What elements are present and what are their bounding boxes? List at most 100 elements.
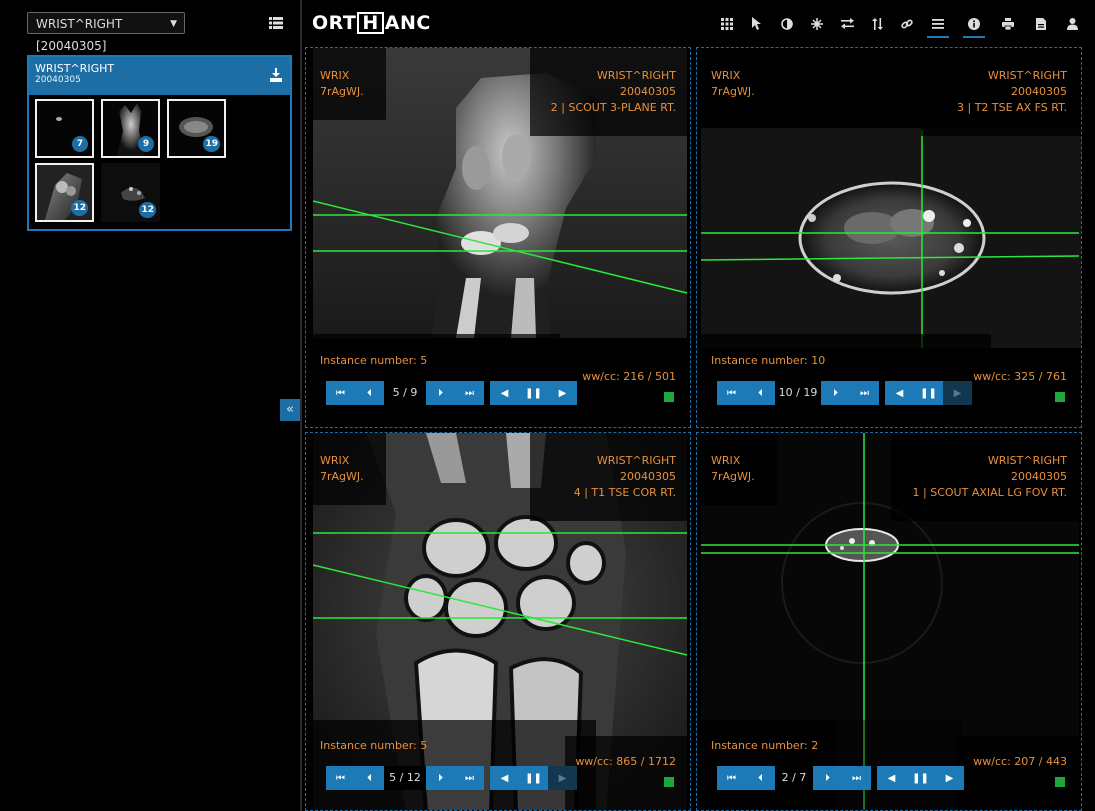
play-backward-button[interactable]: ◀ [885,381,914,405]
next-frame-button[interactable]: ⏵ [813,766,842,790]
status-indicator [664,392,674,402]
sidebar: WRIST^RIGHT [20040305] ▼ WRIST^RIGHT 200… [0,0,300,811]
frame-counter: 5 / 9 [384,381,426,405]
crosshair-icon[interactable] [806,10,828,36]
swap-icon[interactable] [836,10,858,36]
series-thumbnail[interactable]: 12 [35,163,94,222]
study-date: 20040305 [1011,470,1067,483]
print-icon[interactable] [997,10,1019,36]
study-info: WRIST^RIGHT 20040305 4 | T1 TSE COR RT. [574,453,676,501]
file-icon[interactable] [1030,10,1052,36]
play-forward-button[interactable]: ▶ [548,381,577,405]
play-backward-button[interactable]: ◀ [877,766,906,790]
study-date: 20040305 [620,85,676,98]
play-forward-button[interactable]: ▶ [548,766,577,790]
logo-right: ANC [384,12,431,34]
pause-button[interactable]: ❚❚ [519,381,548,405]
study-title: WRIST^RIGHT [987,454,1067,467]
study-select-value: WRIST^RIGHT [20040305] [36,17,123,53]
orthanc-logo: ORT H ANC [312,12,431,34]
layout-grid-icon[interactable] [716,10,738,36]
window-level: ww/cc: 325 / 761 [973,370,1067,383]
series-thumbnail[interactable]: 19 [167,99,226,158]
viewport-4[interactable]: WRIX 7rAgWJ. WRIST^RIGHT 20040305 1 | SC… [696,432,1082,811]
overlay-backdrop [565,350,690,426]
first-frame-button[interactable]: ⏮ [717,381,746,405]
series-thumbnail[interactable]: 7 [35,99,94,158]
previous-frame-button[interactable]: ⏴ [355,381,384,405]
series-count-badge: 9 [138,136,154,152]
patient-name: WRIX [711,69,741,82]
patient-info: WRIX 7rAgWJ. [711,453,755,485]
window-level: ww/cc: 207 / 443 [973,755,1067,768]
pause-button[interactable]: ❚❚ [906,766,935,790]
link-icon[interactable] [896,10,918,36]
series-thumbnail[interactable]: 9 [101,99,160,158]
study-title: WRIST^RIGHT [596,69,676,82]
study-select[interactable]: WRIST^RIGHT [20040305] ▼ [27,12,185,53]
logo-mid: H [357,12,384,34]
toolbar: ORT H ANC [303,0,1095,44]
series-description: 2 | SCOUT 3-PLANE RT. [550,101,676,114]
study-date: 20040305 [1011,85,1067,98]
last-frame-button[interactable]: ⏭ [842,766,871,790]
chevron-down-icon: ▼ [170,19,177,29]
contrast-icon[interactable] [776,10,798,36]
patient-info: WRIX 7rAgWJ. [320,453,364,485]
study-info: WRIST^RIGHT 20040305 2 | SCOUT 3-PLANE R… [551,68,676,116]
menu-icon[interactable] [927,10,949,38]
series-count-badge: 12 [71,200,88,216]
patient-id: 7rAgWJ. [320,85,364,98]
pointer-icon[interactable] [746,10,768,36]
play-backward-button[interactable]: ◀ [490,766,519,790]
info-icon[interactable] [963,10,985,38]
previous-frame-button[interactable]: ⏴ [746,381,775,405]
pause-button[interactable]: ❚❚ [914,381,943,405]
previous-frame-button[interactable]: ⏴ [355,766,384,790]
instance-number: Instance number: 2 [711,739,819,752]
viewport-3[interactable]: WRIX 7rAgWJ. WRIST^RIGHT 20040305 4 | T1… [305,432,691,811]
first-frame-button[interactable]: ⏮ [326,766,355,790]
pause-button[interactable]: ❚❚ [519,766,548,790]
viewport-1[interactable]: WRIX 7rAgWJ. WRIST^RIGHT 20040305 2 | SC… [305,47,691,428]
play-backward-button[interactable]: ◀ [490,381,519,405]
first-frame-button[interactable]: ⏮ [326,381,355,405]
series-description: 1 | SCOUT AXIAL LG FOV RT. [912,486,1067,499]
play-forward-button[interactable]: ▶ [935,766,964,790]
last-frame-button[interactable]: ⏭ [455,766,484,790]
frame-counter: 5 / 12 [384,766,426,790]
series-description: 4 | T1 TSE COR RT. [573,486,676,499]
patient-name: WRIX [320,69,350,82]
last-frame-button[interactable]: ⏭ [455,381,484,405]
study-info: WRIST^RIGHT 20040305 1 | SCOUT AXIAL LG … [913,453,1067,501]
collapse-sidebar-button[interactable]: « [280,399,300,421]
series-layout-icon[interactable] [269,14,287,32]
next-frame-button[interactable]: ⏵ [426,766,455,790]
logo-left: ORT [312,12,357,34]
study-header[interactable]: WRIST^RIGHT 20040305 [29,57,290,95]
user-icon[interactable] [1061,10,1083,36]
patient-name: WRIX [320,454,350,467]
series-count-badge: 12 [139,202,156,218]
previous-frame-button[interactable]: ⏴ [746,766,775,790]
overlay-backdrop [956,350,1081,426]
status-indicator [1055,777,1065,787]
first-frame-button[interactable]: ⏮ [717,766,746,790]
instance-number: Instance number: 5 [320,739,428,752]
patient-name: WRIX [711,454,741,467]
patient-info: WRIX 7rAgWJ. [711,68,755,100]
download-icon[interactable] [270,67,282,82]
series-thumbnail[interactable]: 12 [101,163,160,222]
viewport-2[interactable]: WRIX 7rAgWJ. WRIST^RIGHT 20040305 3 | T2… [696,47,1082,428]
next-frame-button[interactable]: ⏵ [821,381,850,405]
next-frame-button[interactable]: ⏵ [426,381,455,405]
series-description: 3 | T2 TSE AX FS RT. [957,101,1067,114]
study-info: WRIST^RIGHT 20040305 3 | T2 TSE AX FS RT… [957,68,1067,116]
sort-icon[interactable] [866,10,888,36]
sidebar-divider [300,0,302,811]
last-frame-button[interactable]: ⏭ [850,381,879,405]
play-forward-button[interactable]: ▶ [943,381,972,405]
patient-info: WRIX 7rAgWJ. [320,68,364,100]
frame-controls: ⏮ ⏴ 5 / 9 ⏵ ⏭ ◀ ❚❚ ▶ [326,381,577,405]
patient-id: 7rAgWJ. [711,470,755,483]
